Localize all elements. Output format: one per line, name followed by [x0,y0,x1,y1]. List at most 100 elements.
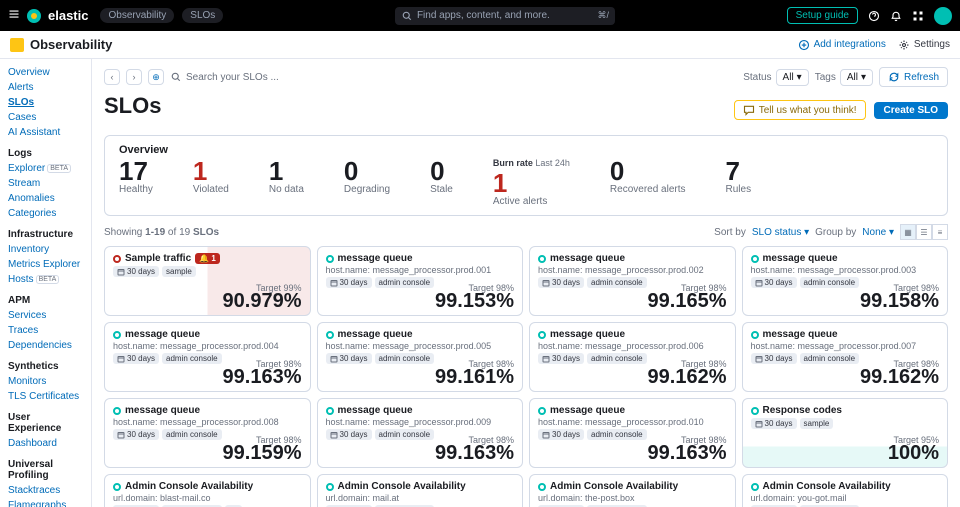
sidebar-item-cases[interactable]: Cases [8,110,83,125]
refresh-button[interactable]: Refresh [879,67,948,87]
slo-search[interactable]: Search your SLOs ... [170,71,737,83]
view-compact[interactable]: ☰ [916,224,932,240]
create-slo-button[interactable]: Create SLO [874,102,948,119]
health-indicator [751,407,759,415]
tag: 30 days [538,353,584,364]
card-title: message queue [338,329,413,340]
card-title: message queue [763,253,838,264]
nav-back[interactable]: ‹ [104,69,120,85]
sidebar-item-explorer[interactable]: ExplorerBETA [8,161,83,176]
tag: 30 days [751,277,797,288]
sidebar-item-categories[interactable]: Categories [8,206,83,221]
group-by-select[interactable]: None ▾ [862,227,894,238]
sidebar-item-tls-certificates[interactable]: TLS Certificates [8,389,83,404]
card-subtitle: host.name: message_processor.prod.005 [326,341,515,351]
card-value: 99.162% [648,366,727,389]
global-search[interactable]: Find apps, content, and more. ⌘/ [395,7,615,25]
slo-card[interactable]: Response codes 30 dayssample Target 95% … [742,398,949,468]
sidebar-item-anomalies[interactable]: Anomalies [8,191,83,206]
help-icon[interactable] [868,10,880,22]
nav-toggle[interactable] [8,8,20,23]
slo-card[interactable]: Admin Console Availability url.domain: b… [104,474,311,507]
showing-count: Showing 1-19 of 19 SLOs [104,227,219,238]
slo-card[interactable]: Admin Console Availability url.domain: t… [529,474,736,507]
elastic-logo[interactable]: elastic [26,8,88,24]
feedback-button[interactable]: Tell us what you think! [734,100,866,120]
health-indicator [538,407,546,415]
slo-card[interactable]: message queue host.name: message_process… [317,322,524,392]
slo-card[interactable]: message queue host.name: message_process… [104,398,311,468]
card-value: 99.163% [648,442,727,465]
tag: 30 days [538,277,584,288]
group-by-label: Group by [815,227,856,238]
sidebar-item-stream[interactable]: Stream [8,176,83,191]
slo-card[interactable]: Sample traffic 🔔 1 30 dayssample Target … [104,246,311,316]
slo-card[interactable]: message queue host.name: message_process… [104,322,311,392]
card-subtitle: host.name: message_processor.prod.006 [538,341,727,351]
slo-card[interactable]: message queue host.name: message_process… [742,322,949,392]
status-filter-label: Status [743,72,771,83]
newsfeed-icon[interactable] [890,10,902,22]
sidebar-item-stacktraces[interactable]: Stacktraces [8,483,83,498]
tags-filter[interactable]: All▾ [840,69,873,86]
sidebar-item-dependencies[interactable]: Dependencies [8,338,83,353]
card-subtitle: host.name: message_processor.prod.010 [538,417,727,427]
slo-card[interactable]: message queue host.name: message_process… [317,246,524,316]
slo-grid: Sample traffic 🔔 1 30 dayssample Target … [104,246,948,507]
nav-forward[interactable]: › [126,69,142,85]
sidebar-item-monitors[interactable]: Monitors [8,374,83,389]
breadcrumb-observability[interactable]: Observability [100,8,174,23]
status-filter[interactable]: All▾ [776,69,809,86]
sidebar-nav: OverviewAlertsSLOsCasesAI Assistant Logs… [0,59,92,507]
tag: 30 days [326,353,372,364]
user-avatar[interactable] [934,7,952,25]
card-subtitle: host.name: message_processor.prod.007 [751,341,940,351]
card-value: 99.159% [223,442,302,465]
card-value: 99.153% [435,290,514,313]
stat-no-data: 1No data [269,158,304,207]
sidebar-item-alerts[interactable]: Alerts [8,80,83,95]
sidebar-item-services[interactable]: Services [8,308,83,323]
setup-guide-button[interactable]: Setup guide [787,7,858,24]
card-title: Admin Console Availability [338,481,466,492]
sidebar-section-universal-profiling: Universal Profiling [8,459,83,481]
card-title: message queue [763,329,838,340]
health-indicator [751,331,759,339]
tag: 30 days [113,266,159,277]
slo-card[interactable]: Admin Console Availability url.domain: y… [742,474,949,507]
settings-link[interactable]: Settings [898,39,950,51]
tag: admin console [375,429,435,440]
add-integrations-link[interactable]: Add integrations [798,39,886,51]
slo-card[interactable]: message queue host.name: message_process… [529,398,736,468]
tag: admin console [375,353,435,364]
sidebar-item-slos[interactable]: SLOs [8,95,83,110]
card-value: 99.161% [435,366,514,389]
sidebar-item-flamegraphs[interactable]: Flamegraphs [8,498,83,507]
slo-card[interactable]: message queue host.name: message_process… [529,322,736,392]
slo-card[interactable]: Admin Console Availability url.domain: m… [317,474,524,507]
apps-icon[interactable] [912,10,924,22]
tag: admin console [162,429,222,440]
view-list[interactable]: ≡ [932,224,948,240]
sidebar-item-hosts[interactable]: HostsBETA [8,272,83,287]
add-filter[interactable]: ⊕ [148,69,164,85]
stat-healthy: 17Healthy [119,158,153,207]
sidebar-item-metrics-explorer[interactable]: Metrics Explorer [8,257,83,272]
slo-card[interactable]: message queue host.name: message_process… [742,246,949,316]
sidebar-item-dashboard[interactable]: Dashboard [8,436,83,451]
slo-card[interactable]: message queue host.name: message_process… [317,398,524,468]
tag: admin console [587,429,647,440]
sidebar-item-traces[interactable]: Traces [8,323,83,338]
card-title: Response codes [763,405,842,416]
sort-by-select[interactable]: SLO status ▾ [752,227,809,238]
view-grid[interactable]: ▦ [900,224,916,240]
breadcrumb-slos[interactable]: SLOs [182,8,223,23]
health-indicator [326,483,334,491]
stat-violated: 1Violated [193,158,229,207]
sidebar-item-overview[interactable]: Overview [8,65,83,80]
sidebar-item-inventory[interactable]: Inventory [8,242,83,257]
slo-card[interactable]: message queue host.name: message_process… [529,246,736,316]
stat-stale: 0Stale [430,158,453,207]
sidebar-item-ai-assistant[interactable]: AI Assistant [8,125,83,140]
sort-by-label: Sort by [714,227,746,238]
